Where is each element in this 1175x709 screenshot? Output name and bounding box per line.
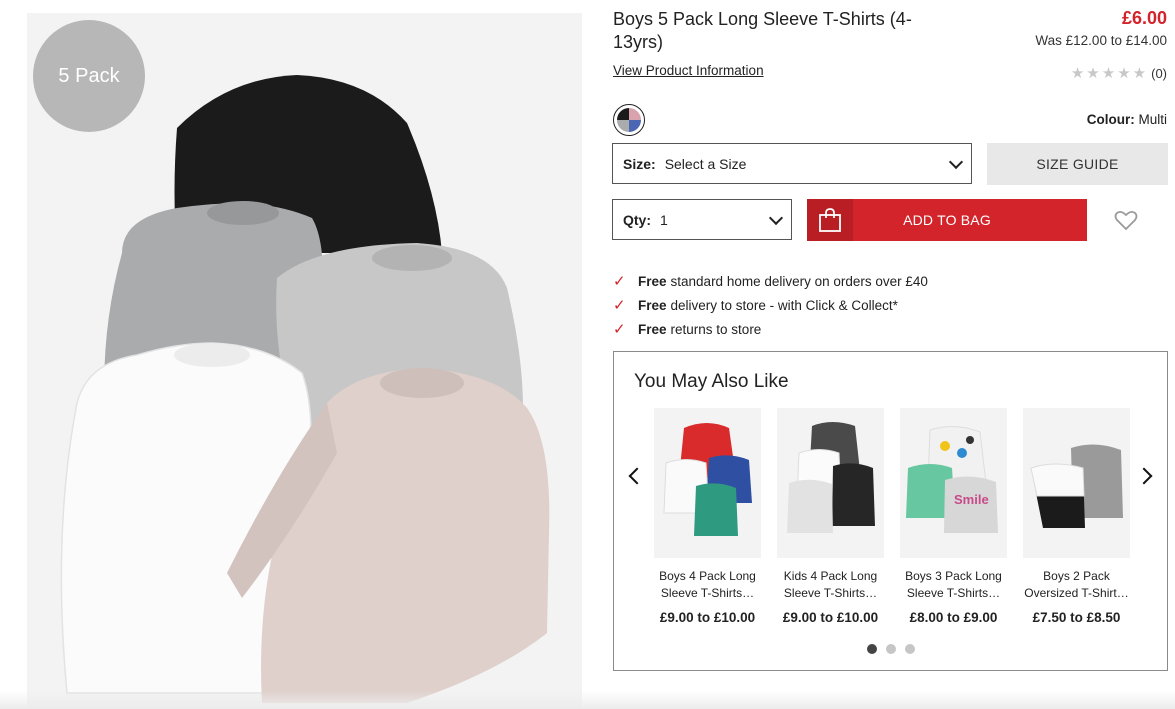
add-to-bag-button[interactable]: ADD TO BAG — [807, 199, 1087, 241]
size-guide-button[interactable]: SIZE GUIDE — [987, 143, 1168, 185]
star-icon: ★ — [1101, 65, 1116, 82]
chevron-left-icon[interactable] — [628, 467, 646, 485]
checkmark-icon: ✓ — [613, 273, 626, 290]
colour-swatch[interactable] — [613, 104, 645, 136]
recommendation-price: £9.00 to £10.00 — [659, 610, 756, 625]
size-select[interactable]: Size: Select a Size — [612, 143, 972, 184]
recommendation-name[interactable]: Boys 3 Pack Long Sleeve T-Shirts… — [900, 568, 1007, 602]
colour-label: Colour: Multi — [1087, 112, 1167, 127]
recommendation-image[interactable] — [654, 408, 761, 558]
recommendation-card[interactable]: Boys 2 Pack Oversized T-Shirt… £7.50 to … — [1023, 408, 1130, 625]
benefit-text: returns to store — [670, 322, 762, 337]
benefit-bold: Free — [638, 322, 667, 337]
product-image[interactable]: 5 Pack — [27, 13, 582, 709]
recommendation-image[interactable]: Smile — [900, 408, 1007, 558]
checkmark-icon: ✓ — [613, 297, 626, 314]
recommendation-name[interactable]: Boys 2 Pack Oversized T-Shirt… — [1023, 568, 1130, 602]
was-price: Was £12.00 to £14.00 — [1035, 33, 1167, 48]
pagination-dot[interactable] — [904, 644, 915, 654]
pagination-dot[interactable] — [866, 644, 877, 654]
recommendation-card[interactable]: Boys 4 Pack Long Sleeve T-Shirts… £9.00 … — [654, 408, 761, 625]
bottom-shadow — [0, 691, 1175, 709]
recommendation-price: £9.00 to £10.00 — [782, 610, 879, 625]
star-icon: ★ — [1117, 65, 1131, 82]
heart-icon[interactable] — [1113, 207, 1139, 233]
benefit-item: ✓ Free returns to store — [613, 318, 928, 342]
colour-label-key: Colour: — [1086, 112, 1135, 127]
pack-badge: 5 Pack — [33, 20, 145, 132]
carousel-pagination — [614, 644, 1167, 654]
pagination-dot[interactable] — [885, 644, 896, 654]
size-value: Select a Size — [664, 155, 747, 172]
multi-colour-icon — [617, 108, 641, 132]
star-rating[interactable]: ★ ★ ★ ★ ★ (0) — [1071, 66, 1167, 81]
add-to-bag-label: ADD TO BAG — [903, 212, 991, 228]
colour-value: Multi — [1138, 112, 1167, 127]
product-title: Boys 5 Pack Long Sleeve T-Shirts (4-13yr… — [613, 9, 912, 52]
delivery-benefits: ✓ Free standard home delivery on orders ov… — [613, 270, 928, 342]
recommendation-name[interactable]: Boys 4 Pack Long Sleeve T-Shirts… — [654, 568, 761, 602]
benefit-item: ✓ Free standard home delivery on orders ov… — [613, 270, 928, 294]
recommendation-image[interactable] — [777, 408, 884, 558]
benefit-item: ✓ Free delivery to store - with Click & Co… — [613, 294, 928, 318]
view-product-information-link[interactable]: View Product Information — [613, 63, 764, 78]
recommendations-list: Boys 4 Pack Long Sleeve T-Shirts… £9.00 … — [654, 408, 1130, 625]
qty-value: 1 — [660, 211, 668, 228]
rating-count: (0) — [1151, 66, 1167, 81]
product-price: £6.00 — [1121, 8, 1167, 28]
recommendation-price: £7.50 to £8.50 — [1032, 610, 1121, 625]
recommendations-panel: You May Also Like Boys 4 Pack Long Sleev… — [613, 351, 1168, 671]
star-icon: ★ — [1070, 65, 1085, 82]
star-icon: ★ — [1086, 65, 1100, 82]
shopping-bag-icon — [807, 199, 853, 241]
checkmark-icon: ✓ — [613, 321, 626, 338]
chevron-down-icon — [948, 154, 964, 169]
recommendation-price: £8.00 to £9.00 — [909, 610, 998, 625]
star-icon: ★ — [1132, 65, 1147, 82]
recommendation-card[interactable]: Kids 4 Pack Long Sleeve T-Shirts… £9.00 … — [777, 408, 884, 625]
benefit-bold: Free — [638, 298, 667, 313]
benefit-bold: Free — [638, 274, 667, 289]
recommendation-name[interactable]: Kids 4 Pack Long Sleeve T-Shirts… — [777, 568, 884, 602]
benefit-text: standard home delivery on orders over £4… — [670, 274, 928, 289]
recommendation-image[interactable] — [1023, 408, 1130, 558]
quantity-select[interactable]: Qty: 1 — [612, 199, 792, 240]
qty-label: Qty: — [623, 211, 651, 228]
chevron-right-icon[interactable] — [1135, 467, 1153, 485]
size-label: Size: — [623, 155, 656, 172]
recommendation-card[interactable]: Smile Boys 3 Pack Long Sleeve T-Shirts… … — [900, 408, 1007, 625]
recommendations-title: You May Also Like — [634, 371, 789, 392]
benefit-text: delivery to store - with Click & Collect… — [670, 298, 898, 313]
svg-text:Smile: Smile — [954, 492, 989, 507]
chevron-down-icon — [768, 210, 784, 225]
